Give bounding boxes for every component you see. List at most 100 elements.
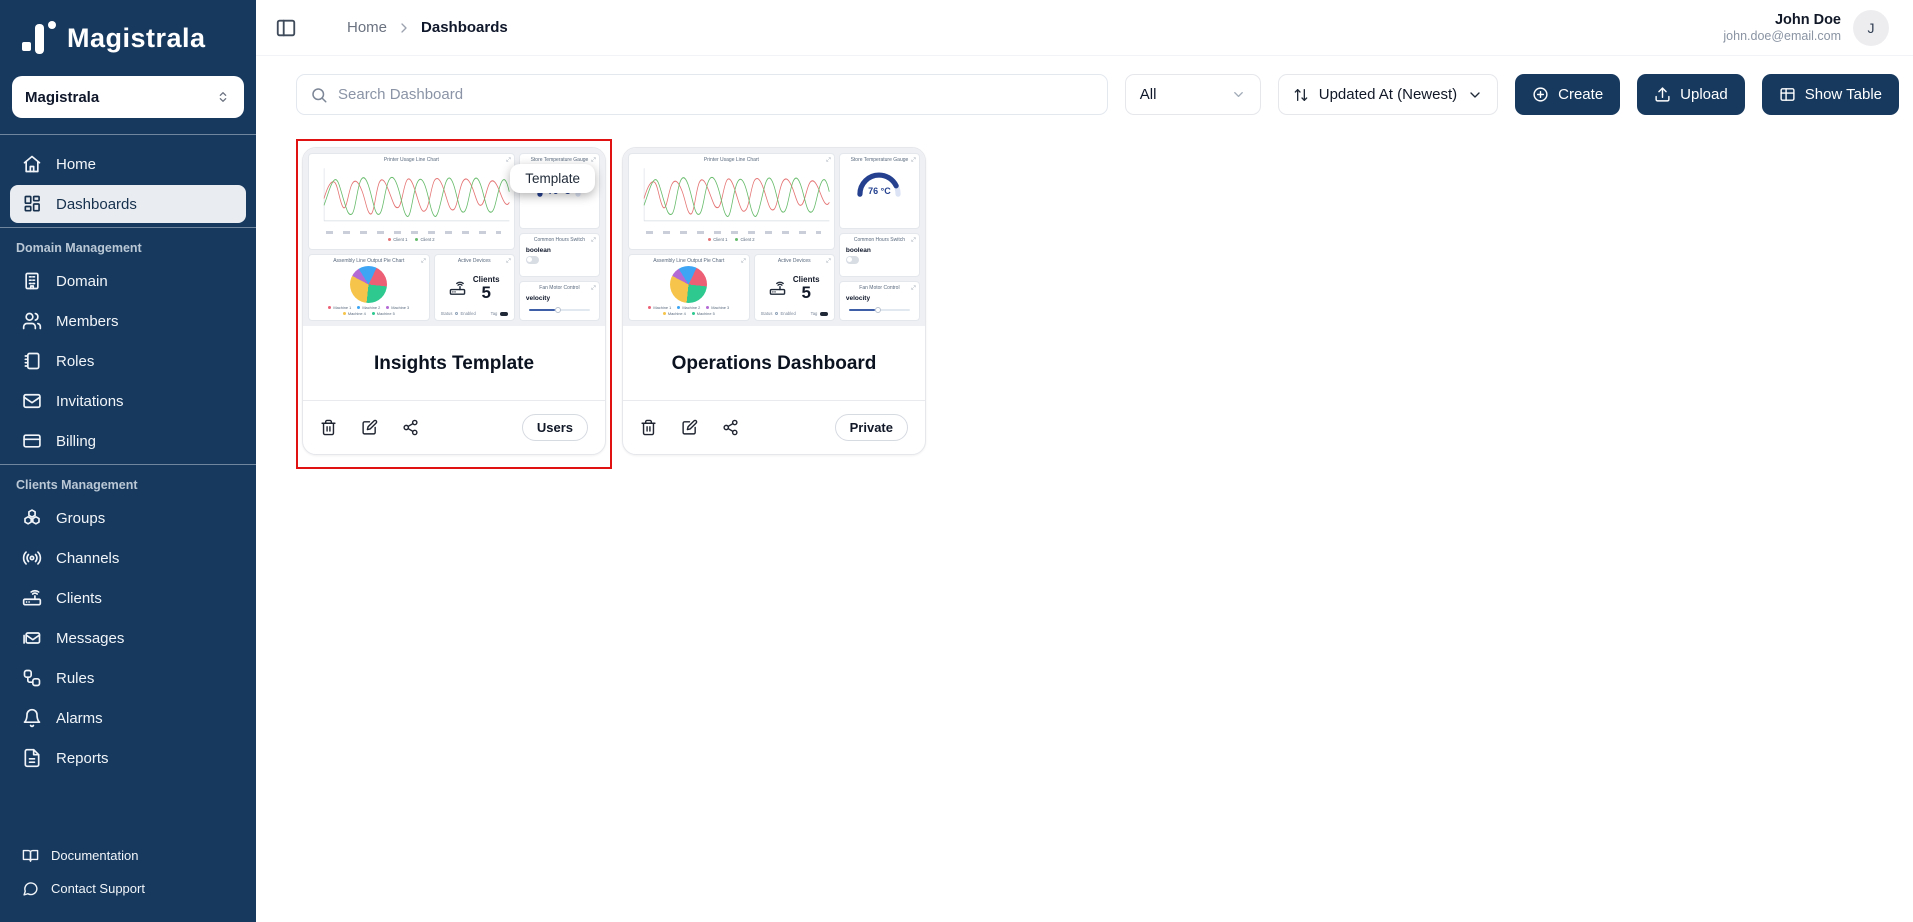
card-footer: Users (303, 400, 605, 454)
sidebar-item-members[interactable]: Members (10, 302, 246, 340)
switch-title: Common Hours Switch (843, 237, 916, 244)
sidebar-item-alarms[interactable]: Alarms (10, 699, 246, 737)
sidebar-item-reports[interactable]: Reports (10, 739, 246, 777)
dashboard-thumbnail: Printer Usage Line Chart Client 1 Client… (623, 148, 925, 326)
sort-button-label: Updated At (Newest) (1319, 86, 1457, 103)
legend-dot (328, 306, 331, 309)
line-chart (632, 164, 831, 230)
sidebar-item-groups[interactable]: Groups (10, 499, 246, 537)
legend-dot (677, 306, 680, 309)
boolean-toggle (846, 256, 859, 264)
sidebar-item-clients[interactable]: Clients (10, 579, 246, 617)
sidebar-item-dashboards[interactable]: Dashboards (10, 185, 246, 223)
legend-label: Client 2 (740, 237, 754, 242)
legend-dot (692, 312, 695, 315)
sidebar-item-documentation[interactable]: Documentation (10, 840, 246, 871)
search-icon (310, 86, 328, 104)
status-dot (455, 312, 458, 315)
show-table-button[interactable]: Show Table (1762, 74, 1899, 115)
legend-dot (706, 306, 709, 309)
sidebar-item-billing[interactable]: Billing (10, 422, 246, 460)
toolbar: All Updated At (Newest) Create Upload (296, 74, 1899, 115)
tag-label: Tag (491, 311, 498, 316)
share-button[interactable] (722, 419, 739, 436)
dashboard-icon (22, 194, 42, 214)
sidebar: Magistrala Magistrala Home Dashboards Do… (0, 0, 256, 922)
workspace-select[interactable]: Magistrala (12, 76, 244, 118)
sidebar-item-label: Roles (56, 353, 94, 370)
sidebar-item-messages[interactable]: Messages (10, 619, 246, 657)
expand-icon (591, 157, 596, 162)
bell-icon (22, 708, 42, 728)
user-block[interactable]: John Doe john.doe@email.com J (1723, 10, 1889, 46)
trash-icon (640, 419, 657, 436)
legend-label: Machine 5 (377, 311, 395, 316)
workflow-icon (22, 668, 42, 688)
user-name: John Doe (1723, 11, 1841, 29)
share-button[interactable] (402, 419, 419, 436)
legend-dot-client2 (415, 238, 418, 241)
legend-dot (372, 312, 375, 315)
create-button[interactable]: Create (1515, 74, 1620, 115)
filter-select[interactable]: All (1125, 74, 1261, 115)
logo-text: Magistrala (67, 23, 206, 54)
pie-legend: Machine 1 Machine 2 Machine 3 Machine 4 … (312, 303, 426, 318)
expand-icon (591, 237, 596, 242)
card-title: Operations Dashboard (623, 326, 925, 400)
sidebar-item-rules[interactable]: Rules (10, 659, 246, 697)
legend-label: Machine 2 (362, 305, 380, 310)
sidebar-item-contact-support[interactable]: Contact Support (10, 873, 246, 904)
slider-title: Fan Motor Control (523, 285, 596, 292)
x-axis-ticks (326, 231, 501, 234)
legend-label: Machine 2 (682, 305, 700, 310)
edit-button[interactable] (361, 419, 378, 436)
slider-thumb (875, 307, 882, 314)
sidebar-item-label: Reports (56, 750, 109, 767)
active-devices-title: Active Devices (758, 258, 831, 265)
sidebar-item-invitations[interactable]: Invitations (10, 382, 246, 420)
create-button-label: Create (1558, 86, 1603, 103)
dashboard-card-insights-template[interactable]: Template Printer Usage Line Chart Client… (302, 147, 606, 455)
velocity-slider (529, 309, 590, 311)
edit-button[interactable] (681, 419, 698, 436)
sidebar-item-label: Billing (56, 433, 96, 450)
sidebar-item-domain[interactable]: Domain (10, 262, 246, 300)
upload-button[interactable]: Upload (1637, 74, 1745, 115)
status-label: Status (441, 311, 453, 316)
search-input[interactable] (338, 86, 1094, 103)
clients-count: 5 (793, 284, 820, 302)
tag-label: Tag (811, 311, 818, 316)
line-chart-legend: Client 1 Client 2 (632, 237, 831, 242)
switch-panel: Common Hours Switch boolean (839, 233, 920, 277)
message-circle-icon (22, 880, 39, 897)
dashboard-card-operations-dashboard[interactable]: Printer Usage Line Chart Client 1 Client… (622, 147, 926, 455)
delete-button[interactable] (320, 419, 337, 436)
tag-badge (500, 312, 508, 316)
x-axis-ticks (646, 231, 821, 234)
line-chart (312, 164, 511, 230)
share-icon (402, 419, 419, 436)
sidebar-item-home[interactable]: Home (10, 145, 246, 183)
legend-dot (648, 306, 651, 309)
legend-dot-client1 (388, 238, 391, 241)
expand-icon (506, 157, 511, 162)
legend-label: Machine 3 (391, 305, 409, 310)
avatar[interactable]: J (1853, 10, 1889, 46)
sidebar-item-label: Alarms (56, 710, 103, 727)
status-value: Enabled (780, 311, 795, 316)
sidebar-item-channels[interactable]: Channels (10, 539, 246, 577)
delete-button[interactable] (640, 419, 657, 436)
legend-label: Machine 3 (711, 305, 729, 310)
breadcrumb-home[interactable]: Home (347, 19, 387, 36)
sidebar-item-label: Clients (56, 590, 102, 607)
sidebar-toggle-button[interactable] (275, 17, 297, 39)
sidebar-item-roles[interactable]: Roles (10, 342, 246, 380)
highlight-border: Template Printer Usage Line Chart Client… (296, 139, 612, 469)
tag-badge (820, 312, 828, 316)
expand-icon (911, 157, 916, 162)
main-area: Home Dashboards John Doe john.doe@email.… (256, 0, 1913, 922)
line-chart-title: Printer Usage Line Chart (632, 157, 831, 164)
sidebar-footer: Documentation Contact Support (0, 832, 256, 922)
sort-button[interactable]: Updated At (Newest) (1278, 74, 1498, 115)
legend-dot-client2 (735, 238, 738, 241)
